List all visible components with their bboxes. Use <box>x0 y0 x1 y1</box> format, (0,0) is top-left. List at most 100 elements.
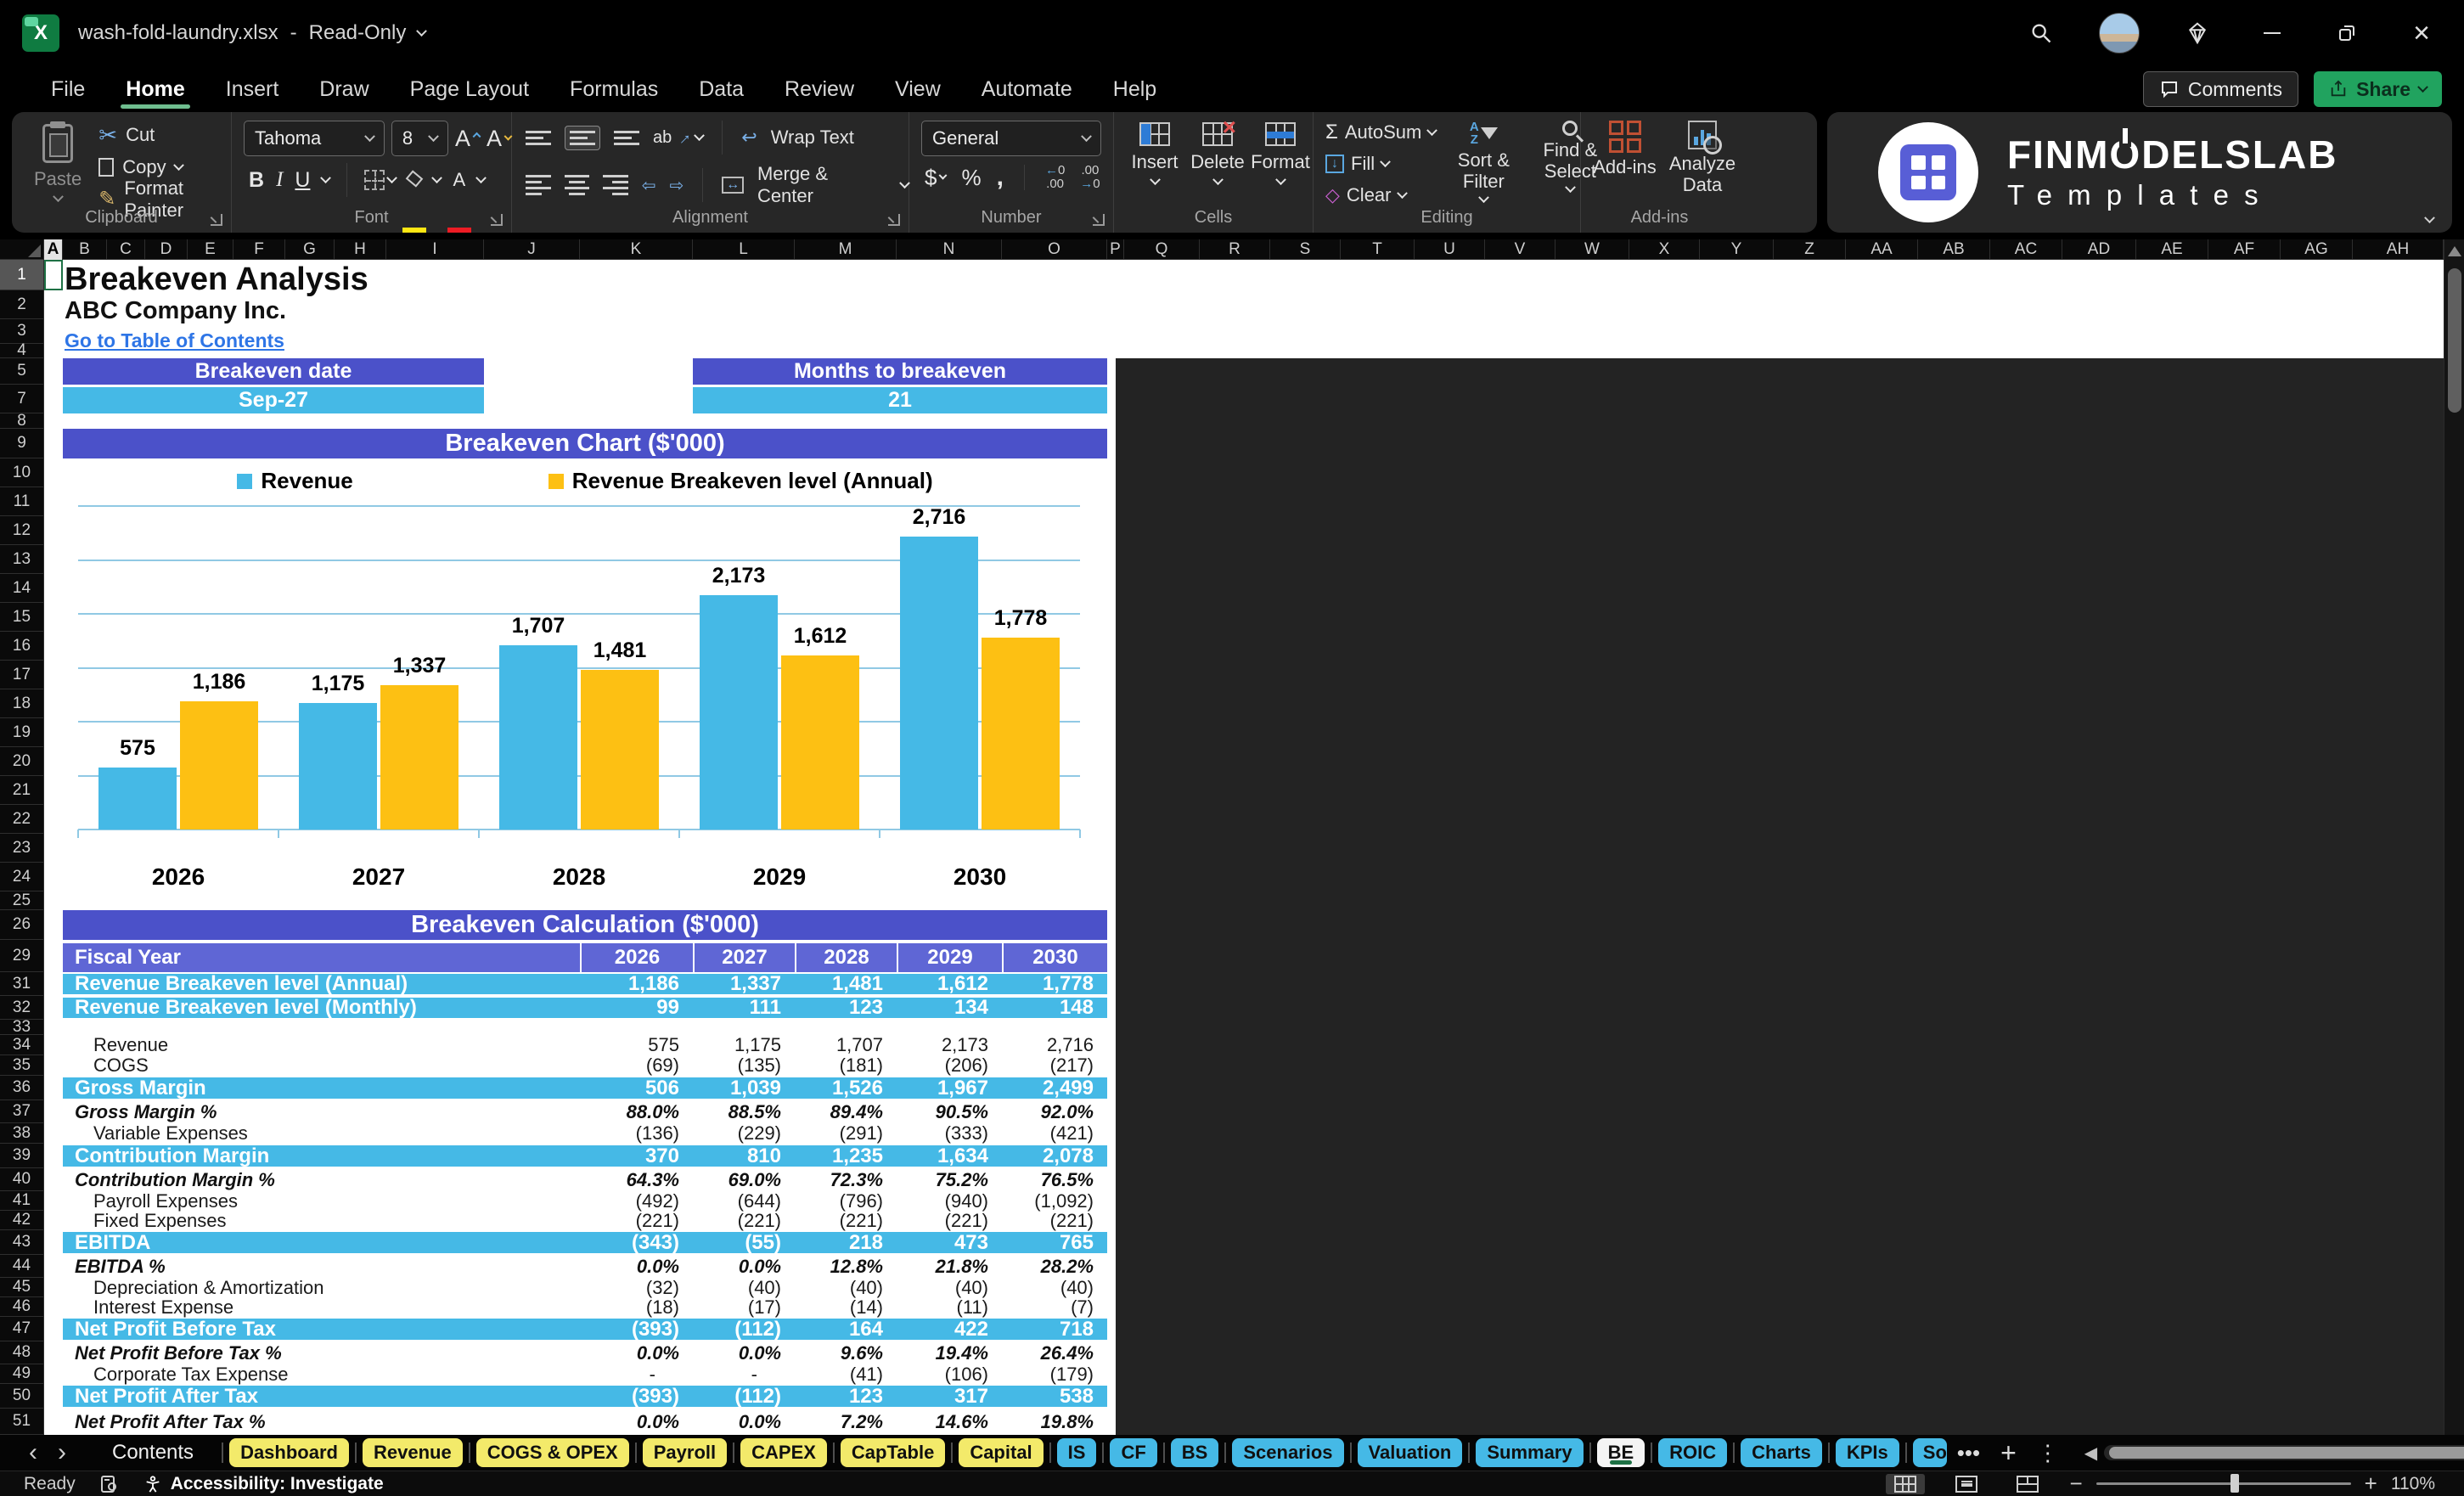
cell-value[interactable]: (333) <box>897 1122 1002 1144</box>
cell-value[interactable]: (40) <box>795 1277 897 1298</box>
column-header-AA[interactable]: AA <box>1846 239 1918 260</box>
row-header-7[interactable]: 7 <box>0 385 43 413</box>
align-right-icon[interactable] <box>603 175 628 195</box>
decrease-font-size-button[interactable]: A <box>487 126 513 152</box>
sheet-tab-roic[interactable]: ROIC <box>1658 1438 1728 1467</box>
row-header-15[interactable]: 15 <box>0 603 43 632</box>
sheet-tab-revenue[interactable]: Revenue <box>362 1438 463 1467</box>
fill-color-chevron-down-icon[interactable] <box>431 172 443 183</box>
macro-record-icon[interactable] <box>99 1474 120 1494</box>
table-row-contribution-margin[interactable]: Contribution Margin % 64.3% 69.0% 72.3% 75.2… <box>63 1168 1107 1191</box>
cell-value[interactable]: (181) <box>795 1055 897 1076</box>
table-row-ebitda[interactable]: EBITDA (343) (55) 218 473 765 <box>63 1230 1107 1255</box>
sheet-tab-payroll[interactable]: Payroll <box>642 1438 728 1467</box>
cell-value[interactable]: (291) <box>795 1122 897 1144</box>
column-header-O[interactable]: O <box>1002 239 1107 260</box>
fiscal-year-2026[interactable]: 2026 <box>580 943 693 972</box>
column-header-U[interactable]: U <box>1415 239 1485 260</box>
sheet-tab-so[interactable]: So <box>1912 1438 1947 1467</box>
fiscal-year-header-row[interactable]: Fiscal Year 2026 2027 2028 2029 2030 <box>63 943 1107 972</box>
cell-value[interactable]: (69) <box>580 1055 693 1076</box>
cell-value[interactable]: 810 <box>693 1144 795 1167</box>
cell-value[interactable]: (112) <box>693 1385 795 1408</box>
align-top-icon[interactable] <box>526 130 551 145</box>
cell-value[interactable]: 89.4% <box>795 1100 897 1123</box>
cell-value[interactable]: (112) <box>693 1318 795 1341</box>
collapse-ribbon-chevron-icon[interactable] <box>2424 212 2435 224</box>
ribbon-tab-formulas[interactable]: Formulas <box>549 66 678 112</box>
cell-value[interactable]: 72.3% <box>795 1168 897 1191</box>
breakeven-chart[interactable]: Breakeven Chart ($'000) Revenue Revenue B… <box>63 429 1107 891</box>
zoom-in-button[interactable]: + <box>2365 1471 2377 1496</box>
cell-value[interactable]: (41) <box>795 1364 897 1385</box>
column-header-W[interactable]: W <box>1555 239 1629 260</box>
cell-value[interactable]: 575 <box>580 1034 693 1055</box>
cell-value[interactable]: (492) <box>580 1190 693 1212</box>
cell-value[interactable]: (206) <box>897 1055 1002 1076</box>
cell-value[interactable]: 1,186 <box>580 972 693 995</box>
premium-diamond-icon[interactable] <box>2180 16 2214 50</box>
cell-value[interactable]: 28.2% <box>1002 1255 1107 1278</box>
accounting-format-button[interactable]: $ <box>925 165 948 191</box>
cell-value[interactable]: 164 <box>795 1318 897 1341</box>
ribbon-tab-page-layout[interactable]: Page Layout <box>390 66 549 112</box>
font-color-button[interactable]: A <box>447 171 471 233</box>
ribbon-tab-home[interactable]: Home <box>105 66 205 112</box>
table-row-revenue-breakeven-level-annual[interactable]: Revenue Breakeven level (Annual) 1,186 1,3… <box>63 972 1107 996</box>
row-header-4[interactable]: 4 <box>0 341 43 359</box>
cell-value[interactable]: 26.4% <box>1002 1341 1107 1364</box>
row-header-46[interactable]: 46 <box>0 1297 43 1317</box>
row-header-43[interactable]: 43 <box>0 1230 43 1255</box>
normal-view-button[interactable] <box>1886 1473 1926 1494</box>
column-header-P[interactable]: P <box>1107 239 1124 260</box>
cell-value[interactable]: 134 <box>897 996 1002 1019</box>
row-header-33[interactable]: 33 <box>0 1018 43 1036</box>
align-center-icon[interactable] <box>564 175 590 195</box>
clear-button[interactable]: ◇ Clear <box>1325 183 1436 207</box>
row-header-51[interactable]: 51 <box>0 1409 43 1435</box>
cell-value[interactable]: 1,634 <box>897 1144 1002 1167</box>
sheet-tab-scenarios[interactable]: Scenarios <box>1232 1438 1344 1467</box>
row-header-2[interactable]: 2 <box>0 290 43 319</box>
row-header-25[interactable]: 25 <box>0 891 43 910</box>
cell-value[interactable]: (393) <box>580 1385 693 1408</box>
cell-value[interactable]: (644) <box>693 1190 795 1212</box>
table-of-contents-link[interactable]: Go to Table of Contents <box>65 329 284 352</box>
sheet-tab-capital[interactable]: Capital <box>959 1438 1044 1467</box>
cell-value[interactable]: 765 <box>1002 1231 1107 1254</box>
cell-value[interactable]: 1,175 <box>693 1034 795 1055</box>
cell-value[interactable]: 1,778 <box>1002 972 1107 995</box>
column-header-AG[interactable]: AG <box>2281 239 2353 260</box>
cell-value[interactable]: 1,337 <box>693 972 795 995</box>
cell-value[interactable]: (106) <box>897 1364 1002 1385</box>
sheet-tab-valuation[interactable]: Valuation <box>1357 1438 1463 1467</box>
scroll-left-arrow-icon[interactable]: ◀ <box>2084 1443 2097 1464</box>
decrease-decimal-button[interactable]: .00 →0 <box>1080 163 1100 192</box>
cell-value[interactable]: 473 <box>897 1231 1002 1254</box>
ribbon-tab-insert[interactable]: Insert <box>205 66 300 112</box>
page-break-view-button[interactable] <box>2008 1474 2047 1494</box>
horizontal-scrollbar[interactable]: ◀ ▶ <box>2084 1443 2464 1464</box>
cell-value[interactable]: (221) <box>897 1210 1002 1231</box>
row-header-12[interactable]: 12 <box>0 516 43 545</box>
merge-center-button[interactable]: Merge & Center <box>757 163 887 207</box>
cell-value[interactable]: 9.6% <box>795 1341 897 1364</box>
legend-item-revenue[interactable]: Revenue <box>237 468 353 494</box>
unused-cells-zone[interactable] <box>1116 358 2444 1435</box>
sheet-tab-capex[interactable]: CAPEX <box>740 1438 827 1467</box>
increase-indent-icon[interactable]: ⇨ <box>670 175 684 196</box>
column-header-I[interactable]: I <box>386 239 484 260</box>
cell-value[interactable]: (221) <box>795 1210 897 1231</box>
page-layout-view-button[interactable] <box>1947 1474 1986 1494</box>
column-header-T[interactable]: T <box>1341 239 1415 260</box>
cell-value[interactable]: (40) <box>693 1277 795 1298</box>
row-header-20[interactable]: 20 <box>0 747 43 776</box>
cell-value[interactable]: 1,967 <box>897 1077 1002 1100</box>
cell-value[interactable]: 317 <box>897 1385 1002 1408</box>
cell-value[interactable]: 422 <box>897 1318 1002 1341</box>
cell-value[interactable]: (40) <box>897 1277 1002 1298</box>
cell-value[interactable]: 99 <box>580 996 693 1019</box>
table-row-depreciation-amortization[interactable]: Depreciation & Amortization (32) (40) (40)(… <box>63 1277 1107 1298</box>
sheet-tab-be[interactable]: BE <box>1596 1438 1645 1467</box>
cell-value[interactable]: 506 <box>580 1077 693 1100</box>
